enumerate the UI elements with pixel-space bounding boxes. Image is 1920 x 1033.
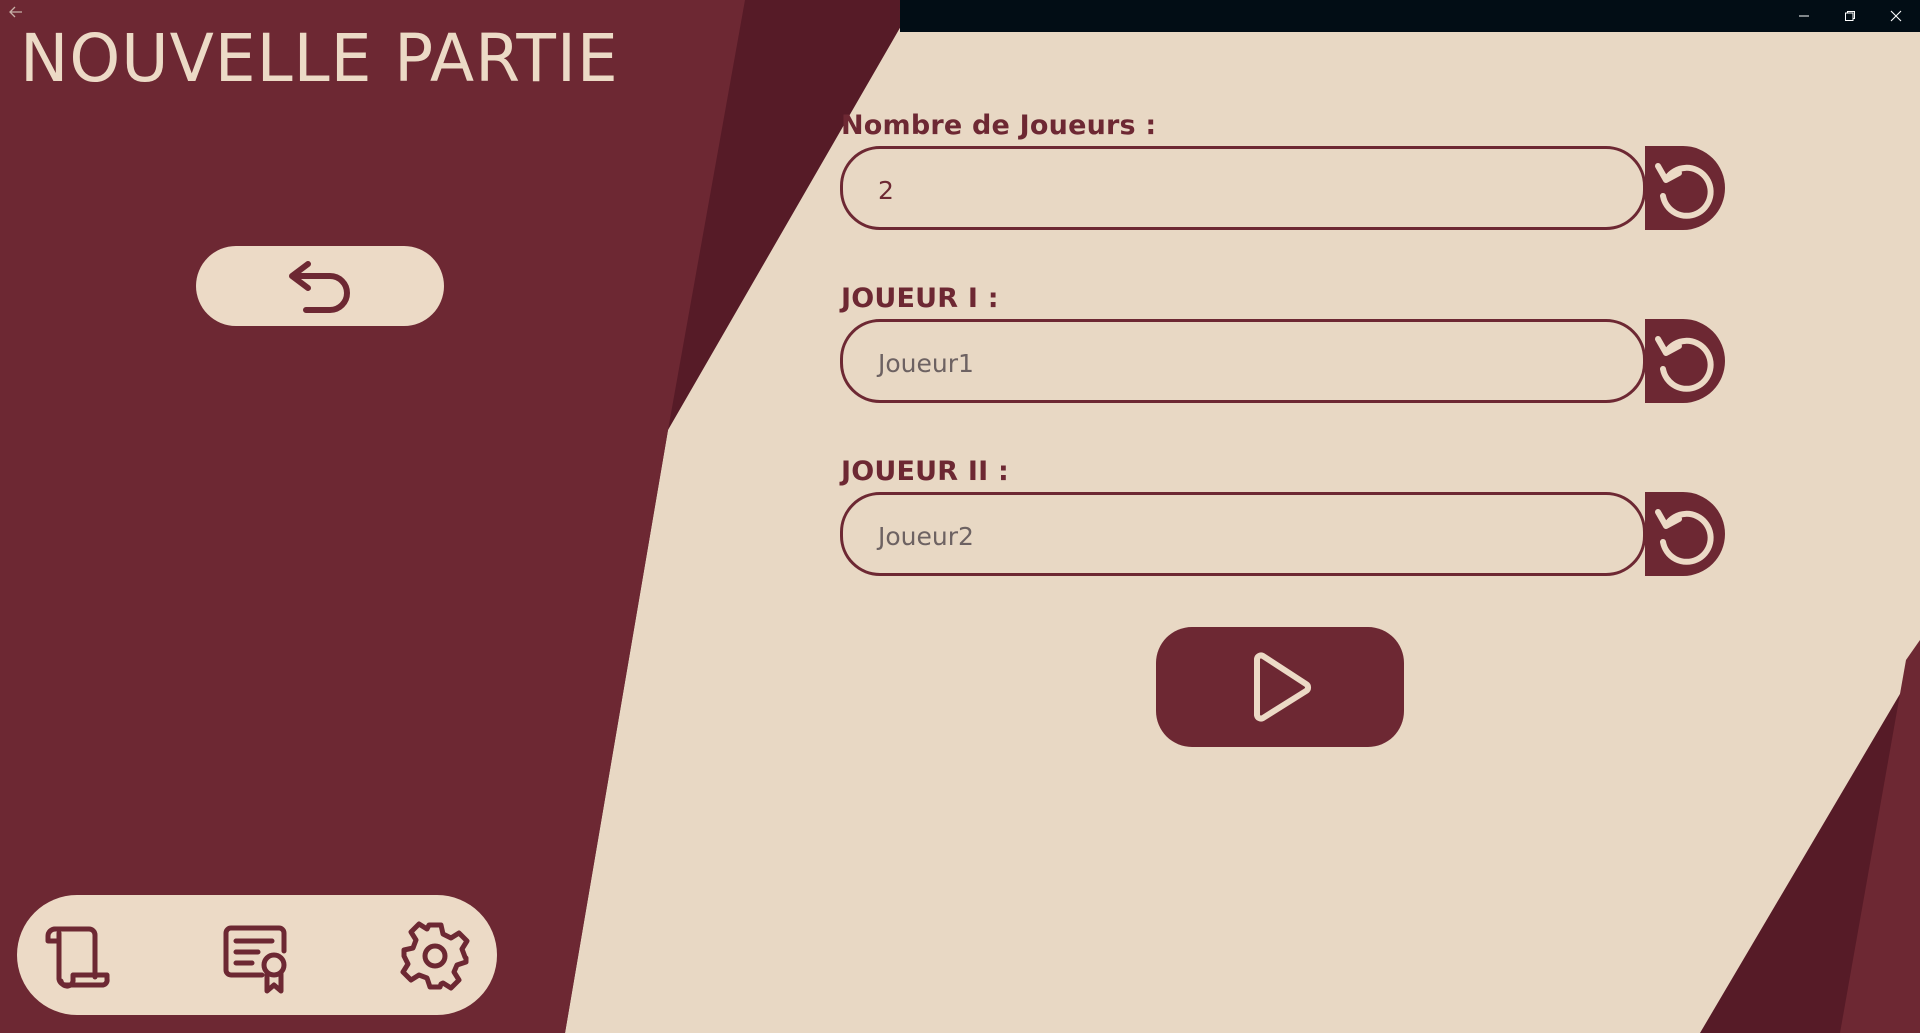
- player1-input[interactable]: Joueur1: [840, 319, 1646, 403]
- certificate-icon[interactable]: [220, 921, 290, 994]
- players-count-input[interactable]: 2: [840, 146, 1646, 230]
- arrow-left-icon[interactable]: [8, 4, 28, 24]
- player1-label: JOUEUR I :: [841, 283, 999, 314]
- player2-label: JOUEUR II :: [841, 456, 1009, 487]
- close-icon[interactable]: [1873, 0, 1919, 32]
- player1-reset-button[interactable]: [1645, 319, 1725, 403]
- play-button[interactable]: [1156, 627, 1404, 747]
- player2-reset-button[interactable]: [1645, 492, 1725, 576]
- bottom-nav-bar: [17, 895, 497, 1015]
- player1-placeholder: Joueur1: [878, 349, 974, 378]
- players-count-field: 2: [840, 146, 1725, 230]
- player2-placeholder: Joueur2: [878, 522, 974, 551]
- page-title: NOUVELLE PARTIE: [20, 20, 619, 97]
- reset-icon: [1655, 336, 1714, 392]
- scroll-icon[interactable]: [43, 921, 113, 991]
- player2-input[interactable]: Joueur2: [840, 492, 1646, 576]
- reset-icon: [1655, 163, 1714, 219]
- reset-icon: [1655, 509, 1714, 565]
- window-titlebar: [900, 0, 1920, 32]
- back-button[interactable]: [196, 246, 444, 326]
- gear-icon[interactable]: [400, 921, 470, 991]
- player2-field: Joueur2: [840, 492, 1725, 576]
- restore-icon[interactable]: [1827, 0, 1873, 32]
- left-primary-panel: [0, 0, 745, 1033]
- minimize-icon[interactable]: [1781, 0, 1827, 32]
- undo-arrow-icon: [289, 261, 350, 313]
- players-count-reset-button[interactable]: [1645, 146, 1725, 230]
- players-count-value: 2: [878, 176, 894, 205]
- play-icon: [1254, 652, 1312, 722]
- players-count-label: Nombre de Joueurs :: [841, 110, 1157, 141]
- player1-field: Joueur1: [840, 319, 1725, 403]
